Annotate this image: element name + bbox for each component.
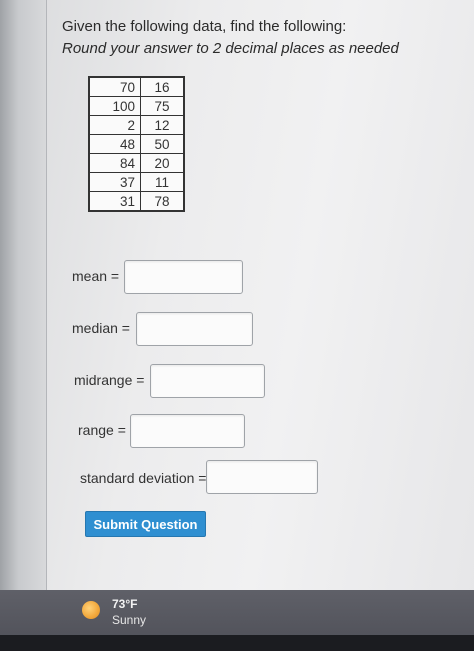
midrange-label: midrange = <box>74 372 145 388</box>
table-row: 2 12 <box>88 115 185 135</box>
table-cell: 12 <box>140 115 185 135</box>
mean-label: mean = <box>72 268 120 284</box>
table-row: 37 11 <box>88 172 185 192</box>
table-row: 31 78 <box>88 191 185 212</box>
table-cell: 37 <box>88 172 141 192</box>
table-cell: 70 <box>88 76 141 97</box>
mean-input[interactable] <box>124 260 243 294</box>
table-cell: 11 <box>140 172 185 192</box>
midrange-input[interactable] <box>150 364 265 398</box>
table-cell: 78 <box>140 191 185 212</box>
median-label: median = <box>72 320 130 336</box>
screen: Given the following data, find the follo… <box>0 0 474 651</box>
table-cell: 84 <box>88 153 141 173</box>
left-strip <box>0 0 47 590</box>
standard-deviation-label: standard deviation = <box>80 470 207 486</box>
submit-question-button[interactable]: Submit Question <box>85 511 206 537</box>
weather-condition[interactable]: Sunny <box>112 613 146 627</box>
table-row: 84 20 <box>88 153 185 173</box>
table-cell: 48 <box>88 134 141 154</box>
standard-deviation-input[interactable] <box>206 460 318 494</box>
sun-icon[interactable] <box>82 601 100 619</box>
median-input[interactable] <box>136 312 253 346</box>
table-cell: 50 <box>140 134 185 154</box>
table-cell: 20 <box>140 153 185 173</box>
table-cell: 100 <box>88 96 141 116</box>
taskbar-edge <box>0 635 474 651</box>
question-title: Given the following data, find the follo… <box>62 18 347 35</box>
table-row: 70 16 <box>88 76 185 97</box>
range-input[interactable] <box>130 414 245 448</box>
table-cell: 75 <box>140 96 185 116</box>
table-cell: 16 <box>140 76 185 97</box>
data-table: 70 16 100 75 2 12 48 50 84 20 37 11 31 7… <box>88 76 185 212</box>
table-cell: 2 <box>88 115 141 135</box>
question-instruction: Round your answer to 2 decimal places as… <box>62 40 399 57</box>
weather-temperature[interactable]: 73°F <box>112 597 137 611</box>
table-row: 48 50 <box>88 134 185 154</box>
table-row: 100 75 <box>88 96 185 116</box>
question-panel: Given the following data, find the follo… <box>50 0 474 590</box>
table-cell: 31 <box>88 191 141 212</box>
range-label: range = <box>78 422 126 438</box>
